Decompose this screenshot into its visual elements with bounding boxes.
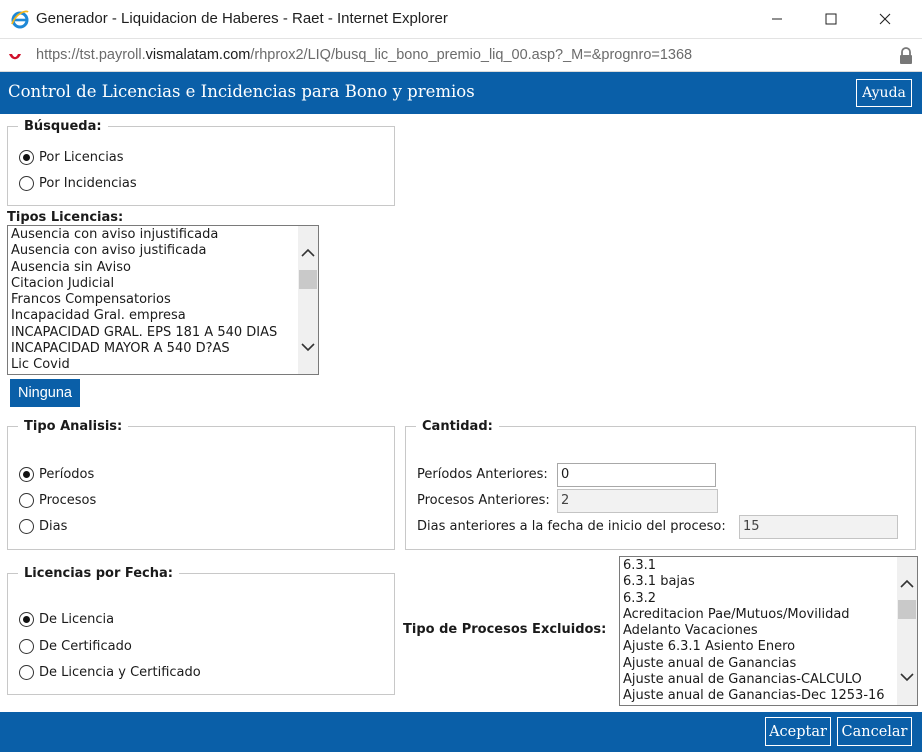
list-item[interactable]: Ajuste anual de Ganancias-Dec 1253-16 [623,688,885,704]
busqueda-legend: Búsqueda: [18,119,108,135]
cancel-button[interactable]: Cancelar [837,717,912,746]
internet-explorer-icon [11,10,29,29]
help-button[interactable]: Ayuda [856,79,912,107]
scrollbar-thumb[interactable] [898,600,916,619]
radio-label: De Certificado [39,639,132,654]
radio-dot[interactable] [19,176,34,191]
tipo-analisis-fieldset: Tipo Analisis: Períodos Procesos Dias [7,419,395,550]
radio-por-licencias[interactable]: Por Licencias [19,150,124,165]
window-title: Generador - Liquidacion de Haberes - Rae… [36,10,448,27]
chevron-up-icon[interactable] [300,246,316,260]
list-item[interactable]: Ausencia con aviso justificada [11,243,277,259]
radio-label: Procesos [39,493,97,508]
list-item[interactable]: 6.3.1 bajas [623,574,885,590]
procesos-excluidos-label: Tipo de Procesos Excluidos: [403,622,607,637]
tipos-licencias-items: Ausencia con aviso injustificada Ausenci… [11,227,277,374]
list-item[interactable]: Ausencia sin Aviso [11,260,277,276]
periodos-anteriores-label: Períodos Anteriores: [417,467,548,482]
list-item[interactable]: Citacion Judicial [11,276,277,292]
list-item[interactable]: Lic Covid [11,357,277,373]
maximize-icon [825,13,837,25]
radio-dot[interactable] [19,519,34,534]
radio-de-certificado[interactable]: De Certificado [19,639,132,654]
minimize-icon [772,18,782,20]
scrollbar-thumb[interactable] [299,270,317,289]
radio-label: Por Incidencias [39,176,137,191]
page-header: Control de Licencias e Incidencias para … [0,72,922,114]
list-item[interactable]: 6.3.1 [623,558,885,574]
list-item[interactable]: Ajuste anual de Ganancias-CALCULO [623,672,885,688]
address-bar[interactable]: https://tst.payroll.vismalatam.com/rhpro… [0,38,922,72]
licencias-fecha-fieldset: Licencias por Fecha: De Licencia De Cert… [7,566,395,695]
procesos-excluidos-items: 6.3.1 6.3.1 bajas 6.3.2 Acreditacion Pae… [623,558,885,705]
list-item[interactable]: Ajuste 6.3.1 Asiento Enero [623,639,885,655]
ninguna-button[interactable]: Ninguna [10,379,80,407]
chevron-up-icon[interactable] [899,577,915,591]
tipos-licencias-scrollbar[interactable] [298,226,318,374]
dias-anteriores-input[interactable]: 15 [739,515,898,539]
url-text[interactable]: https://tst.payroll.vismalatam.com/rhpro… [36,47,692,63]
dias-anteriores-label: Dias anteriores a la fecha de inicio del… [417,519,726,534]
accept-button[interactable]: Aceptar [765,717,831,746]
periodos-anteriores-input[interactable]: 0 [557,463,716,487]
maximize-button[interactable] [808,0,854,38]
list-item[interactable]: INCAPACIDAD GRAL. EPS 181 A 540 DIAS [11,325,277,341]
radio-dot-checked[interactable] [19,467,34,482]
list-item[interactable]: 6.3.2 [623,591,885,607]
radio-dot-checked[interactable] [19,612,34,627]
window-titlebar: Generador - Liquidacion de Haberes - Rae… [0,0,922,38]
radio-label: De Licencia [39,612,115,627]
radio-procesos[interactable]: Procesos [19,493,96,508]
licencias-fecha-legend: Licencias por Fecha: [18,566,179,582]
tipos-licencias-listbox[interactable]: Ausencia con aviso injustificada Ausenci… [7,225,319,375]
list-item[interactable]: Ausencia con aviso injustificada [11,227,277,243]
tipo-analisis-legend: Tipo Analisis: [18,419,129,435]
radio-label: Por Licencias [39,150,124,165]
list-item[interactable]: Acreditacion Pae/Mutuos/Movilidad [623,607,885,623]
close-icon [879,13,891,25]
tipos-licencias-label: Tipos Licencias: [7,210,124,225]
list-item[interactable]: Ajuste anual de Ganancias [623,656,885,672]
radio-por-incidencias[interactable]: Por Incidencias [19,176,137,191]
chevron-down-icon[interactable] [300,340,316,354]
radio-dot-checked[interactable] [19,150,34,165]
radio-dias[interactable]: Dias [19,519,67,534]
list-item[interactable]: Incapacidad Gral. empresa [11,308,277,324]
close-button[interactable] [862,0,908,38]
list-item[interactable]: Adelanto Vacaciones [623,623,885,639]
footer-bar: Aceptar Cancelar [0,712,922,752]
list-item[interactable]: Francos Compensatorios [11,292,277,308]
procesos-excluidos-listbox[interactable]: 6.3.1 6.3.1 bajas 6.3.2 Acreditacion Pae… [619,556,918,706]
radio-dot[interactable] [19,493,34,508]
busqueda-fieldset: Búsqueda: Por Licencias Por Incidencias [7,119,395,206]
radio-label: Períodos [39,467,95,482]
lock-icon [900,47,912,64]
cantidad-legend: Cantidad: [416,419,499,435]
cantidad-fieldset: Cantidad: Períodos Anteriores: 0 Proceso… [405,419,916,550]
radio-de-licencia-y-certificado[interactable]: De Licencia y Certificado [19,665,201,680]
minimize-button[interactable] [754,0,800,38]
procesos-anteriores-label: Procesos Anteriores: [417,493,550,508]
page-title: Control de Licencias e Incidencias para … [8,82,475,101]
radio-periodos[interactable]: Períodos [19,467,94,482]
chevron-down-icon[interactable] [899,670,915,684]
radio-label: De Licencia y Certificado [39,665,201,680]
list-item[interactable]: INCAPACIDAD MAYOR A 540 D?AS [11,341,277,357]
radio-dot[interactable] [19,639,34,654]
procesos-anteriores-input[interactable]: 2 [557,489,718,513]
radio-label: Dias [39,519,68,534]
visma-site-icon [9,54,21,60]
procesos-excluidos-scrollbar[interactable] [897,557,917,705]
radio-dot[interactable] [19,665,34,680]
radio-de-licencia[interactable]: De Licencia [19,612,114,627]
